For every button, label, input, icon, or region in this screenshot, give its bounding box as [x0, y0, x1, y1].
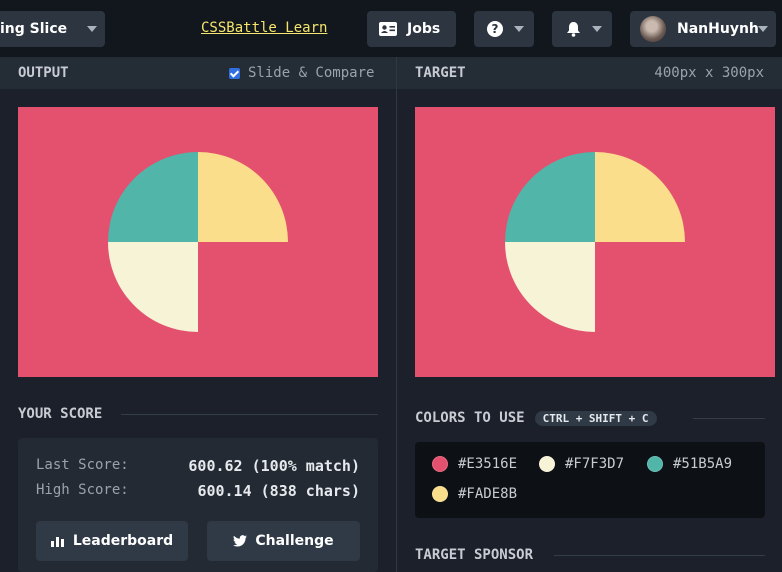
output-header: OUTPUT Slide & Compare — [0, 57, 396, 89]
color-swatch[interactable]: #FADE8B — [432, 486, 517, 502]
question-icon: ? — [487, 21, 503, 37]
last-score-value: 600.62 (100% match) — [188, 457, 360, 475]
high-score-label: High Score: — [36, 482, 129, 498]
last-score-label: Last Score: — [36, 457, 129, 473]
color-hex: #51B5A9 — [673, 456, 733, 472]
color-swatch[interactable]: #F7F3D7 — [539, 456, 624, 472]
challenge-label: Challenge — [255, 533, 334, 549]
output-title: OUTPUT — [18, 65, 69, 81]
slide-compare-checkbox[interactable] — [229, 67, 240, 79]
notifications-button[interactable] — [552, 11, 612, 47]
leaderboard-label: Leaderboard — [72, 533, 174, 549]
bell-icon — [567, 22, 580, 37]
chevron-down-icon — [514, 26, 524, 32]
twitter-icon — [233, 535, 248, 547]
bar-chart-icon — [50, 537, 64, 547]
target-dimensions: 400px x 300px — [654, 65, 764, 81]
color-hex: #E3516E — [458, 456, 518, 472]
slide-compare-toggle[interactable]: Slide & Compare — [229, 65, 374, 81]
color-dot — [539, 456, 555, 472]
score-panel: Last Score: 600.62 (100% match) High Sco… — [18, 438, 378, 572]
target-header: TARGET 400px x 300px — [397, 57, 782, 89]
color-swatch[interactable]: #51B5A9 — [647, 456, 732, 472]
last-score-row: Last Score: 600.62 (100% match) — [36, 457, 360, 475]
user-name: NanHuynh — [677, 21, 759, 37]
top-bar: ing Slice CSSBattle Learn Jobs ? NanHuyn… — [0, 0, 782, 57]
colors-panel: #E3516E #F7F3D7 #51B5A9 #FADE8B — [415, 442, 765, 518]
section-divider — [554, 555, 765, 556]
help-menu-button[interactable]: ? — [474, 11, 534, 47]
your-score-title: YOUR SCORE — [18, 406, 103, 422]
leaderboard-button[interactable]: Leaderboard — [36, 521, 188, 561]
target-sponsor-title: TARGET SPONSOR — [415, 547, 534, 563]
jobs-label: Jobs — [407, 21, 441, 37]
color-hex: #F7F3D7 — [565, 456, 625, 472]
challenge-dropdown-label: ing Slice — [0, 21, 68, 37]
high-score-row: High Score: 600.14 (838 chars) — [36, 482, 360, 500]
color-dot — [432, 456, 448, 472]
avatar — [640, 16, 666, 42]
section-divider — [121, 414, 378, 415]
challenge-dropdown[interactable]: ing Slice — [0, 11, 105, 47]
id-card-icon — [379, 22, 397, 36]
colors-heading: COLORS TO USE CTRL + SHIFT + C — [415, 410, 657, 426]
panel-divider — [396, 57, 397, 572]
challenge-button[interactable]: Challenge — [207, 521, 360, 561]
chevron-down-icon — [592, 26, 602, 32]
colors-title: COLORS TO USE — [415, 410, 525, 426]
target-sponsor-heading: TARGET SPONSOR — [415, 547, 533, 563]
jobs-button[interactable]: Jobs — [367, 11, 456, 47]
copy-colors-shortcut: CTRL + SHIFT + C — [534, 410, 657, 426]
chevron-down-icon — [87, 26, 97, 32]
color-swatch[interactable]: #E3516E — [432, 456, 517, 472]
color-dot — [432, 486, 448, 502]
cssbattle-learn-link[interactable]: CSSBattle Learn — [201, 20, 327, 36]
your-score-heading: YOUR SCORE — [18, 406, 102, 422]
slide-compare-label: Slide & Compare — [248, 65, 375, 81]
target-canvas — [415, 107, 775, 377]
chevron-down-icon — [758, 26, 768, 32]
target-title: TARGET — [415, 65, 466, 81]
high-score-value: 600.14 (838 chars) — [197, 482, 360, 500]
color-hex: #FADE8B — [458, 486, 518, 502]
user-menu-button[interactable]: NanHuynh — [630, 11, 776, 47]
section-divider — [693, 418, 765, 419]
color-dot — [647, 456, 663, 472]
output-canvas[interactable] — [18, 107, 378, 377]
